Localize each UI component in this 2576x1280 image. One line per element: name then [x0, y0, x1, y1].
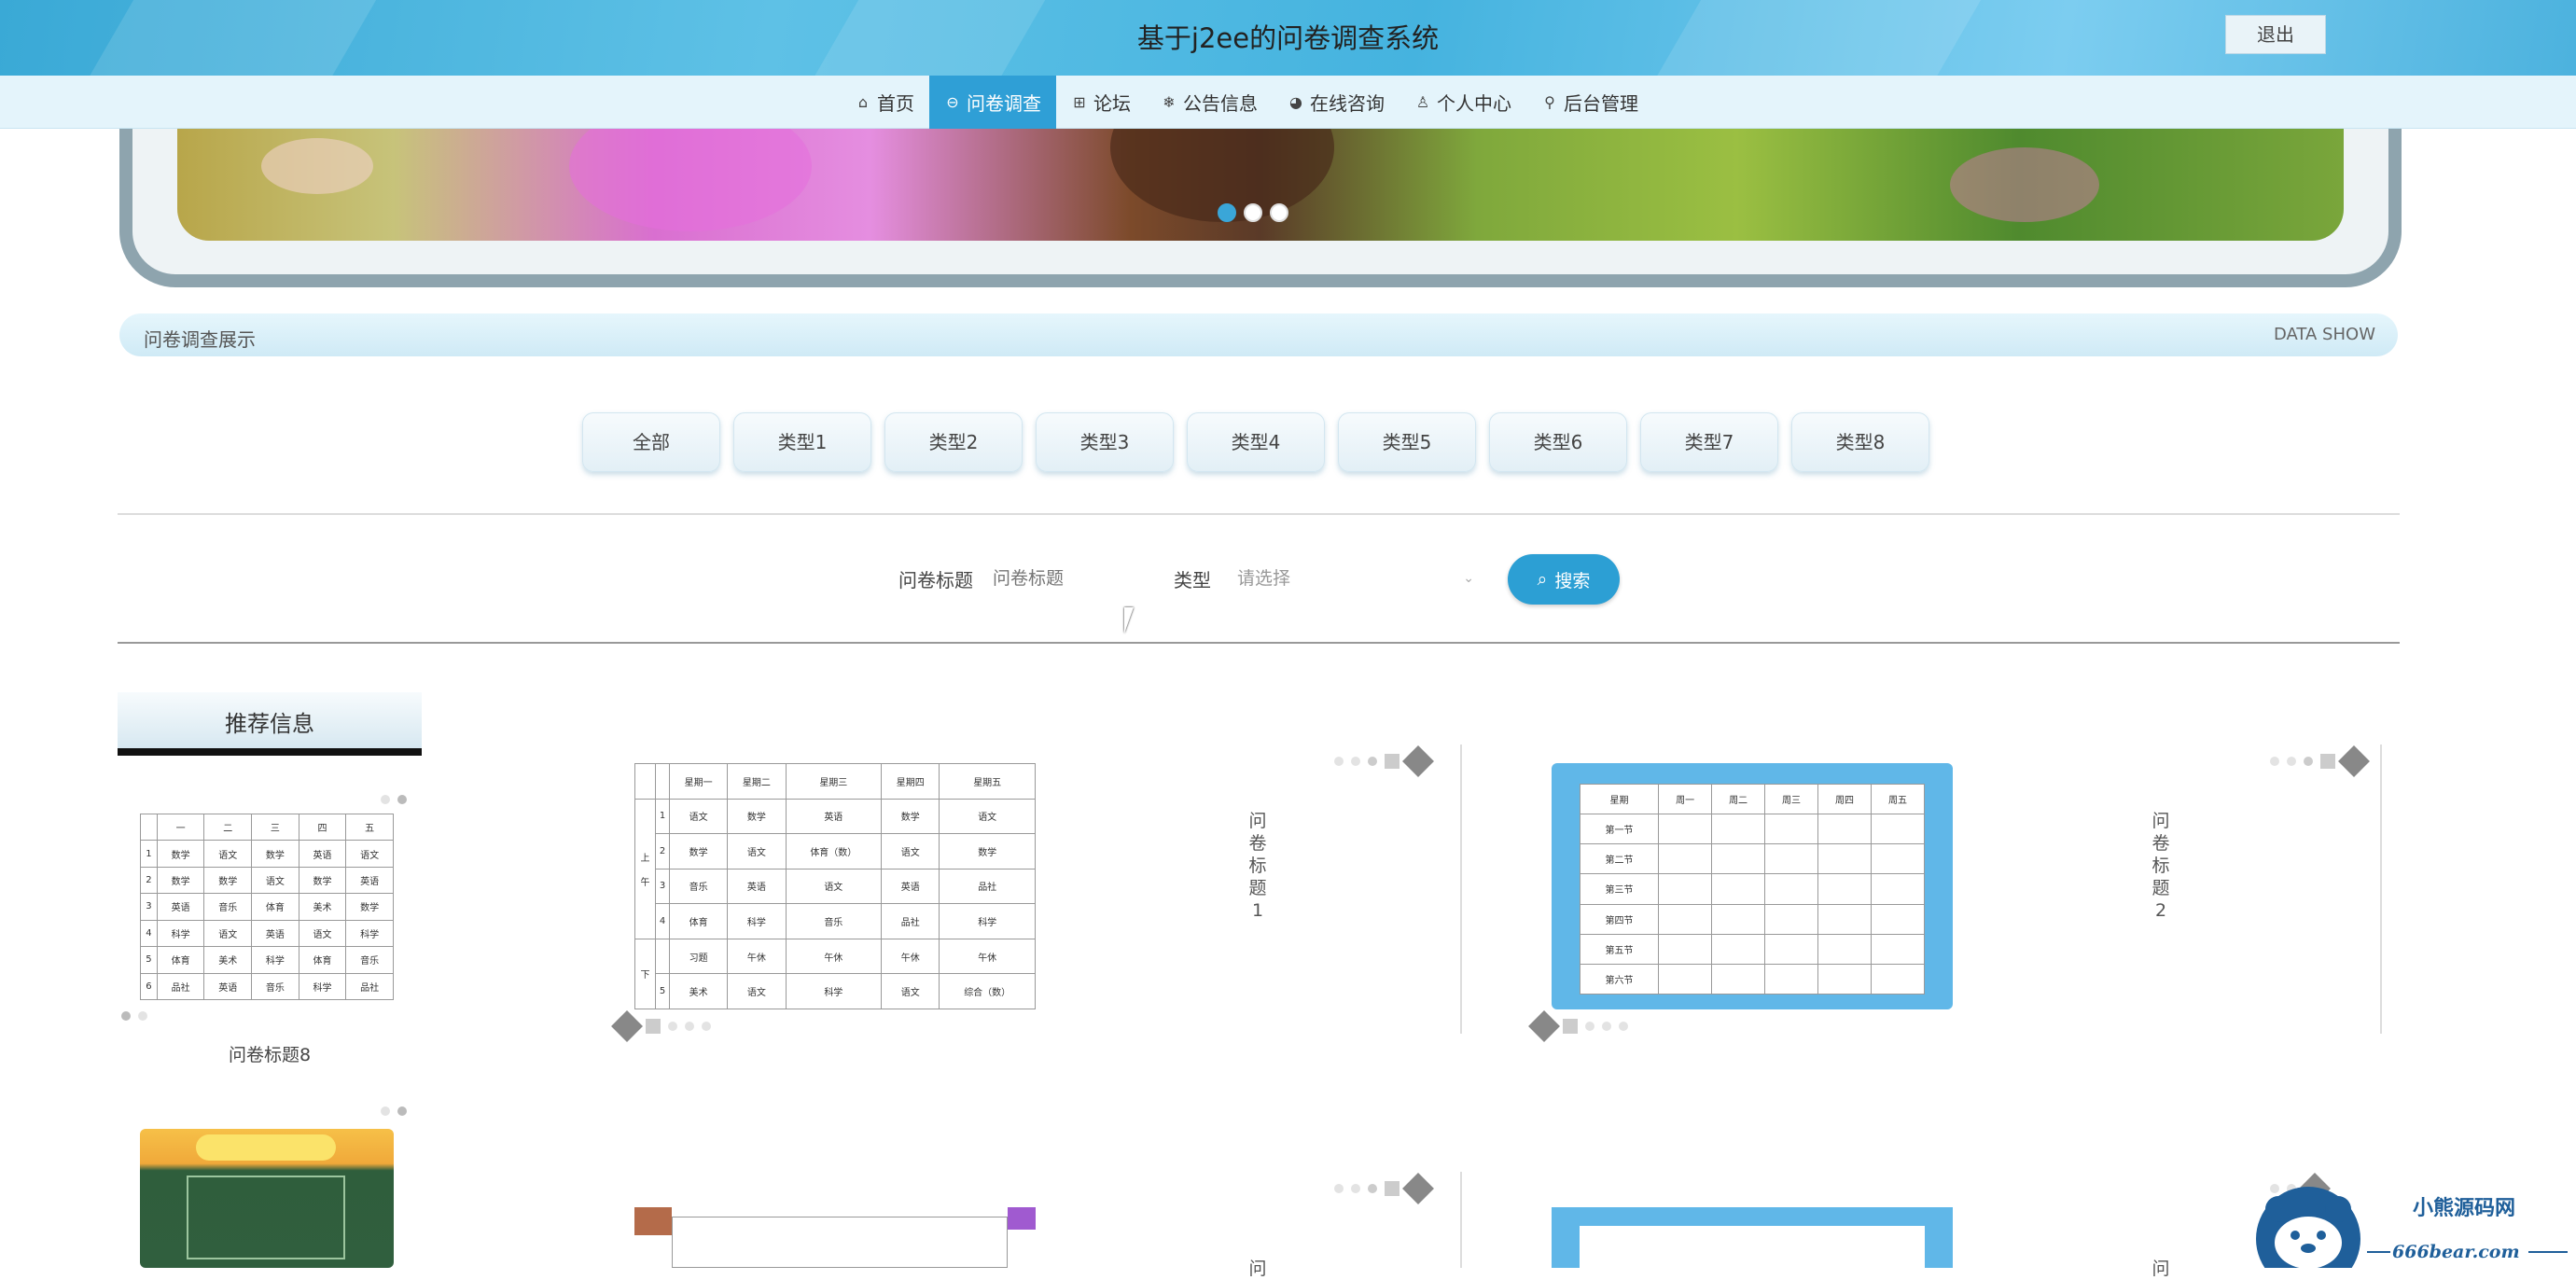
- survey-card-image: 星期一 星期二 星期三 星期四 星期五 上午 1 语文 数学 英语 数学 语文 2 数学 语文 体育（数）…: [634, 763, 1036, 1009]
- search-button[interactable]: ⌕ 搜索: [1508, 554, 1620, 605]
- search-icon: ⌕: [1537, 569, 1548, 590]
- svg-text:小熊源码网: 小熊源码网: [2413, 1196, 2515, 1220]
- survey-card-image: [1552, 1207, 1953, 1268]
- logout-button[interactable]: 退出: [2225, 15, 2326, 54]
- category-filter: 全部 类型1 类型2 类型3 类型4 类型5 类型6 类型7 类型8: [582, 412, 1929, 472]
- schedule-thumbnail: [140, 1129, 394, 1268]
- survey-card[interactable]: 问: [616, 1172, 1530, 1279]
- nav-item-home[interactable]: ⌂ 首页: [840, 76, 929, 129]
- category-button[interactable]: 全部: [582, 412, 720, 472]
- survey-card-title: 问: [1248, 1259, 1267, 1279]
- svg-text:666bear.com: 666bear.com: [2392, 1242, 2520, 1262]
- carousel-dot[interactable]: [1270, 203, 1288, 222]
- recommend-item[interactable]: [118, 1106, 422, 1268]
- survey-icon: ⊖: [946, 93, 959, 111]
- type-label: 类型: [1174, 569, 1211, 591]
- survey-card[interactable]: 星期一 星期二 星期三 星期四 星期五 上午 1 语文 数学 英语 数学 语文 2 数学 语文 体育（数）…: [611, 744, 1530, 1052]
- survey-card-title: 问卷标题2: [2151, 811, 2170, 921]
- survey-card-image: 星期 周一 周二 周三 周四 周五 第一节 第二节 第三节 第四节 第五节 第六节: [1552, 763, 1953, 1009]
- nav-item-forum[interactable]: ⊞ 论坛: [1056, 76, 1146, 129]
- nav-item-label: 论坛: [1093, 92, 1131, 115]
- site-title: 基于j2ee的问卷调查系统: [1136, 22, 1440, 54]
- carousel-dot[interactable]: [1244, 203, 1262, 222]
- banner-image: [177, 129, 2344, 241]
- section-title: 问卷调查展示: [144, 328, 256, 351]
- search-form: 问卷标题 类型 请选择 ⌄: [0, 554, 2576, 603]
- nav-item-link[interactable]: ⚲ 后台管理: [1526, 76, 1653, 129]
- nav-item-label: 后台管理: [1564, 92, 1638, 115]
- category-button[interactable]: 类型5: [1338, 412, 1476, 472]
- chat-icon: ◕: [1289, 93, 1302, 111]
- recommend-item-title: 问卷标题8: [228, 1045, 312, 1065]
- nav-item-survey[interactable]: ⊖ 问卷调查: [929, 76, 1056, 129]
- section-header: 问卷调查展示 DATA SHOW: [119, 313, 2398, 356]
- user-icon: ♙: [1415, 93, 1430, 111]
- nav-item-label: 公告信息: [1183, 92, 1258, 115]
- category-button[interactable]: 类型2: [884, 412, 1023, 472]
- top-header: 基于j2ee的问卷调查系统 退出: [0, 0, 2576, 93]
- recommend-item[interactable]: 一二三四五 1 数学 语文 数学 英语 语文 2 数学 数学 语文 数学 英语 3 英语 音乐 体育 美术数…: [118, 791, 422, 1071]
- recommend-heading: 推荐信息: [118, 692, 422, 756]
- forum-icon: ⊞: [1073, 93, 1086, 111]
- survey-card-title: 问卷标题1: [1248, 811, 1267, 921]
- title-label: 问卷标题: [898, 569, 973, 591]
- divider: [118, 513, 2400, 515]
- category-button[interactable]: 类型7: [1640, 412, 1778, 472]
- main-nav: ⌂ 首页 ⊖ 问卷调查 ⊞ 论坛 ❄ 公告信息 ◕ 在线咨询 ♙ 个人中心 ⚲ 后台管理: [0, 76, 2576, 129]
- section-subtitle: DATA SHOW: [2273, 325, 2375, 344]
- chevron-down-icon: ⌄: [1463, 571, 1474, 586]
- nav-item-label: 问卷调查: [967, 92, 1041, 115]
- mouse-cursor: [1124, 607, 1143, 633]
- carousel-dot[interactable]: [1218, 203, 1236, 222]
- carousel-indicators: [1218, 203, 1288, 222]
- type-select[interactable]: 请选择 ⌄: [1232, 558, 1483, 599]
- schedule-thumbnail: 一二三四五 1 数学 语文 数学 英语 语文 2 数学 数学 语文 数学 英语 3 英语 音乐 体育 美术数…: [140, 813, 394, 1001]
- nav-item-chat[interactable]: ◕ 在线咨询: [1273, 76, 1399, 129]
- nav-item-snowflake[interactable]: ❄ 公告信息: [1146, 76, 1273, 129]
- nav-item-user[interactable]: ♙ 个人中心: [1399, 76, 1526, 129]
- category-button[interactable]: 类型3: [1036, 412, 1174, 472]
- category-button[interactable]: 类型4: [1187, 412, 1325, 472]
- category-button[interactable]: 类型6: [1489, 412, 1627, 472]
- divider: [118, 642, 2400, 644]
- survey-card-image: [634, 1207, 1036, 1268]
- title-search-input[interactable]: [993, 558, 1151, 599]
- category-button[interactable]: 类型8: [1791, 412, 1929, 472]
- category-button[interactable]: 类型1: [733, 412, 871, 472]
- home-icon: ⌂: [857, 93, 869, 111]
- nav-item-label: 在线咨询: [1310, 92, 1385, 115]
- survey-card[interactable]: 星期 周一 周二 周三 周四 周五 第一节 第二节 第三节 第四节 第五节 第六节 问卷标…: [1528, 744, 2447, 1052]
- snowflake-icon: ❄: [1163, 93, 1176, 111]
- link-icon: ⚲: [1544, 93, 1555, 111]
- nav-item-label: 个人中心: [1437, 92, 1511, 115]
- watermark-logo: 小熊源码网 666bear.com: [2250, 1177, 2576, 1280]
- survey-card-title: 问: [2151, 1259, 2170, 1279]
- nav-item-label: 首页: [877, 92, 914, 115]
